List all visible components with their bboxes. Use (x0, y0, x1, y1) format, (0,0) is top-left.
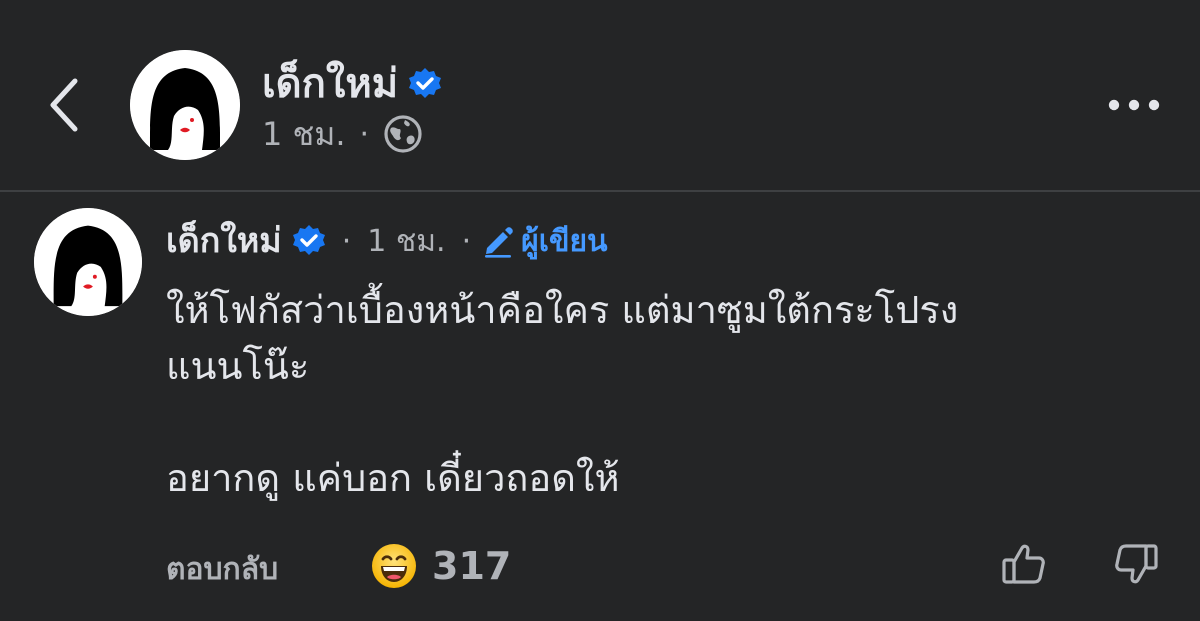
reaction-count: 317 (432, 544, 512, 588)
separator-dot: · (461, 223, 472, 259)
chevron-left-icon (50, 78, 78, 132)
comment-header: เด็กใหม่ · 1 ชม. · ผู้เขียน (166, 216, 608, 266)
avatar-image (130, 50, 240, 160)
author-badge: ผู้เขียน (481, 218, 608, 265)
reaction-summary[interactable]: 317 (370, 542, 511, 590)
more-horizontal-icon (1108, 99, 1160, 111)
reply-button[interactable]: ตอบกลับ (166, 546, 278, 593)
post-time: 1 ชม. (262, 114, 346, 153)
comment-author-name[interactable]: เด็กใหม่ (166, 224, 282, 258)
comment-actions: ตอบกลับ 317 (166, 538, 1176, 594)
comment-line: ให้โฟกัสว่าเบื้องหน้าคือใคร แต่มาซูมใต้ก… (166, 288, 959, 332)
verified-badge-icon (292, 225, 325, 255)
thumbs-up-icon (1002, 544, 1045, 584)
thumbs-down-icon (1115, 544, 1158, 584)
avatar[interactable] (130, 50, 240, 160)
post-meta: 1 ชม. · (262, 112, 423, 156)
pencil-icon (485, 227, 513, 258)
comment-time: 1 ชม. (367, 223, 446, 259)
haha-emoji-icon (372, 544, 416, 588)
post-header: เด็กใหม่ 1 ชม. · (0, 0, 1200, 190)
profile-name[interactable]: เด็กใหม่ (262, 64, 398, 104)
comment-line: อยากดู แค่บอก เดี๋ยวถอดให้ (166, 456, 620, 500)
avatar-image (34, 208, 142, 316)
separator-dot: · (359, 116, 370, 152)
like-button[interactable] (1000, 540, 1048, 588)
separator-dot: · (341, 223, 352, 259)
divider (0, 190, 1200, 192)
globe-icon (384, 115, 422, 153)
back-button[interactable] (38, 70, 90, 140)
verified-badge-icon (409, 68, 442, 98)
comment-body: ให้โฟกัสว่าเบื้องหน้าคือใคร แต่มาซูมใต้ก… (166, 282, 1166, 506)
comment-line: แนนโน๊ะ (166, 344, 310, 388)
comment-avatar[interactable] (34, 208, 142, 316)
header-name-row: เด็กใหม่ (262, 56, 442, 112)
more-options-button[interactable] (1104, 86, 1164, 124)
author-badge-label: ผู้เขียน (521, 223, 608, 259)
dislike-button[interactable] (1112, 540, 1160, 588)
